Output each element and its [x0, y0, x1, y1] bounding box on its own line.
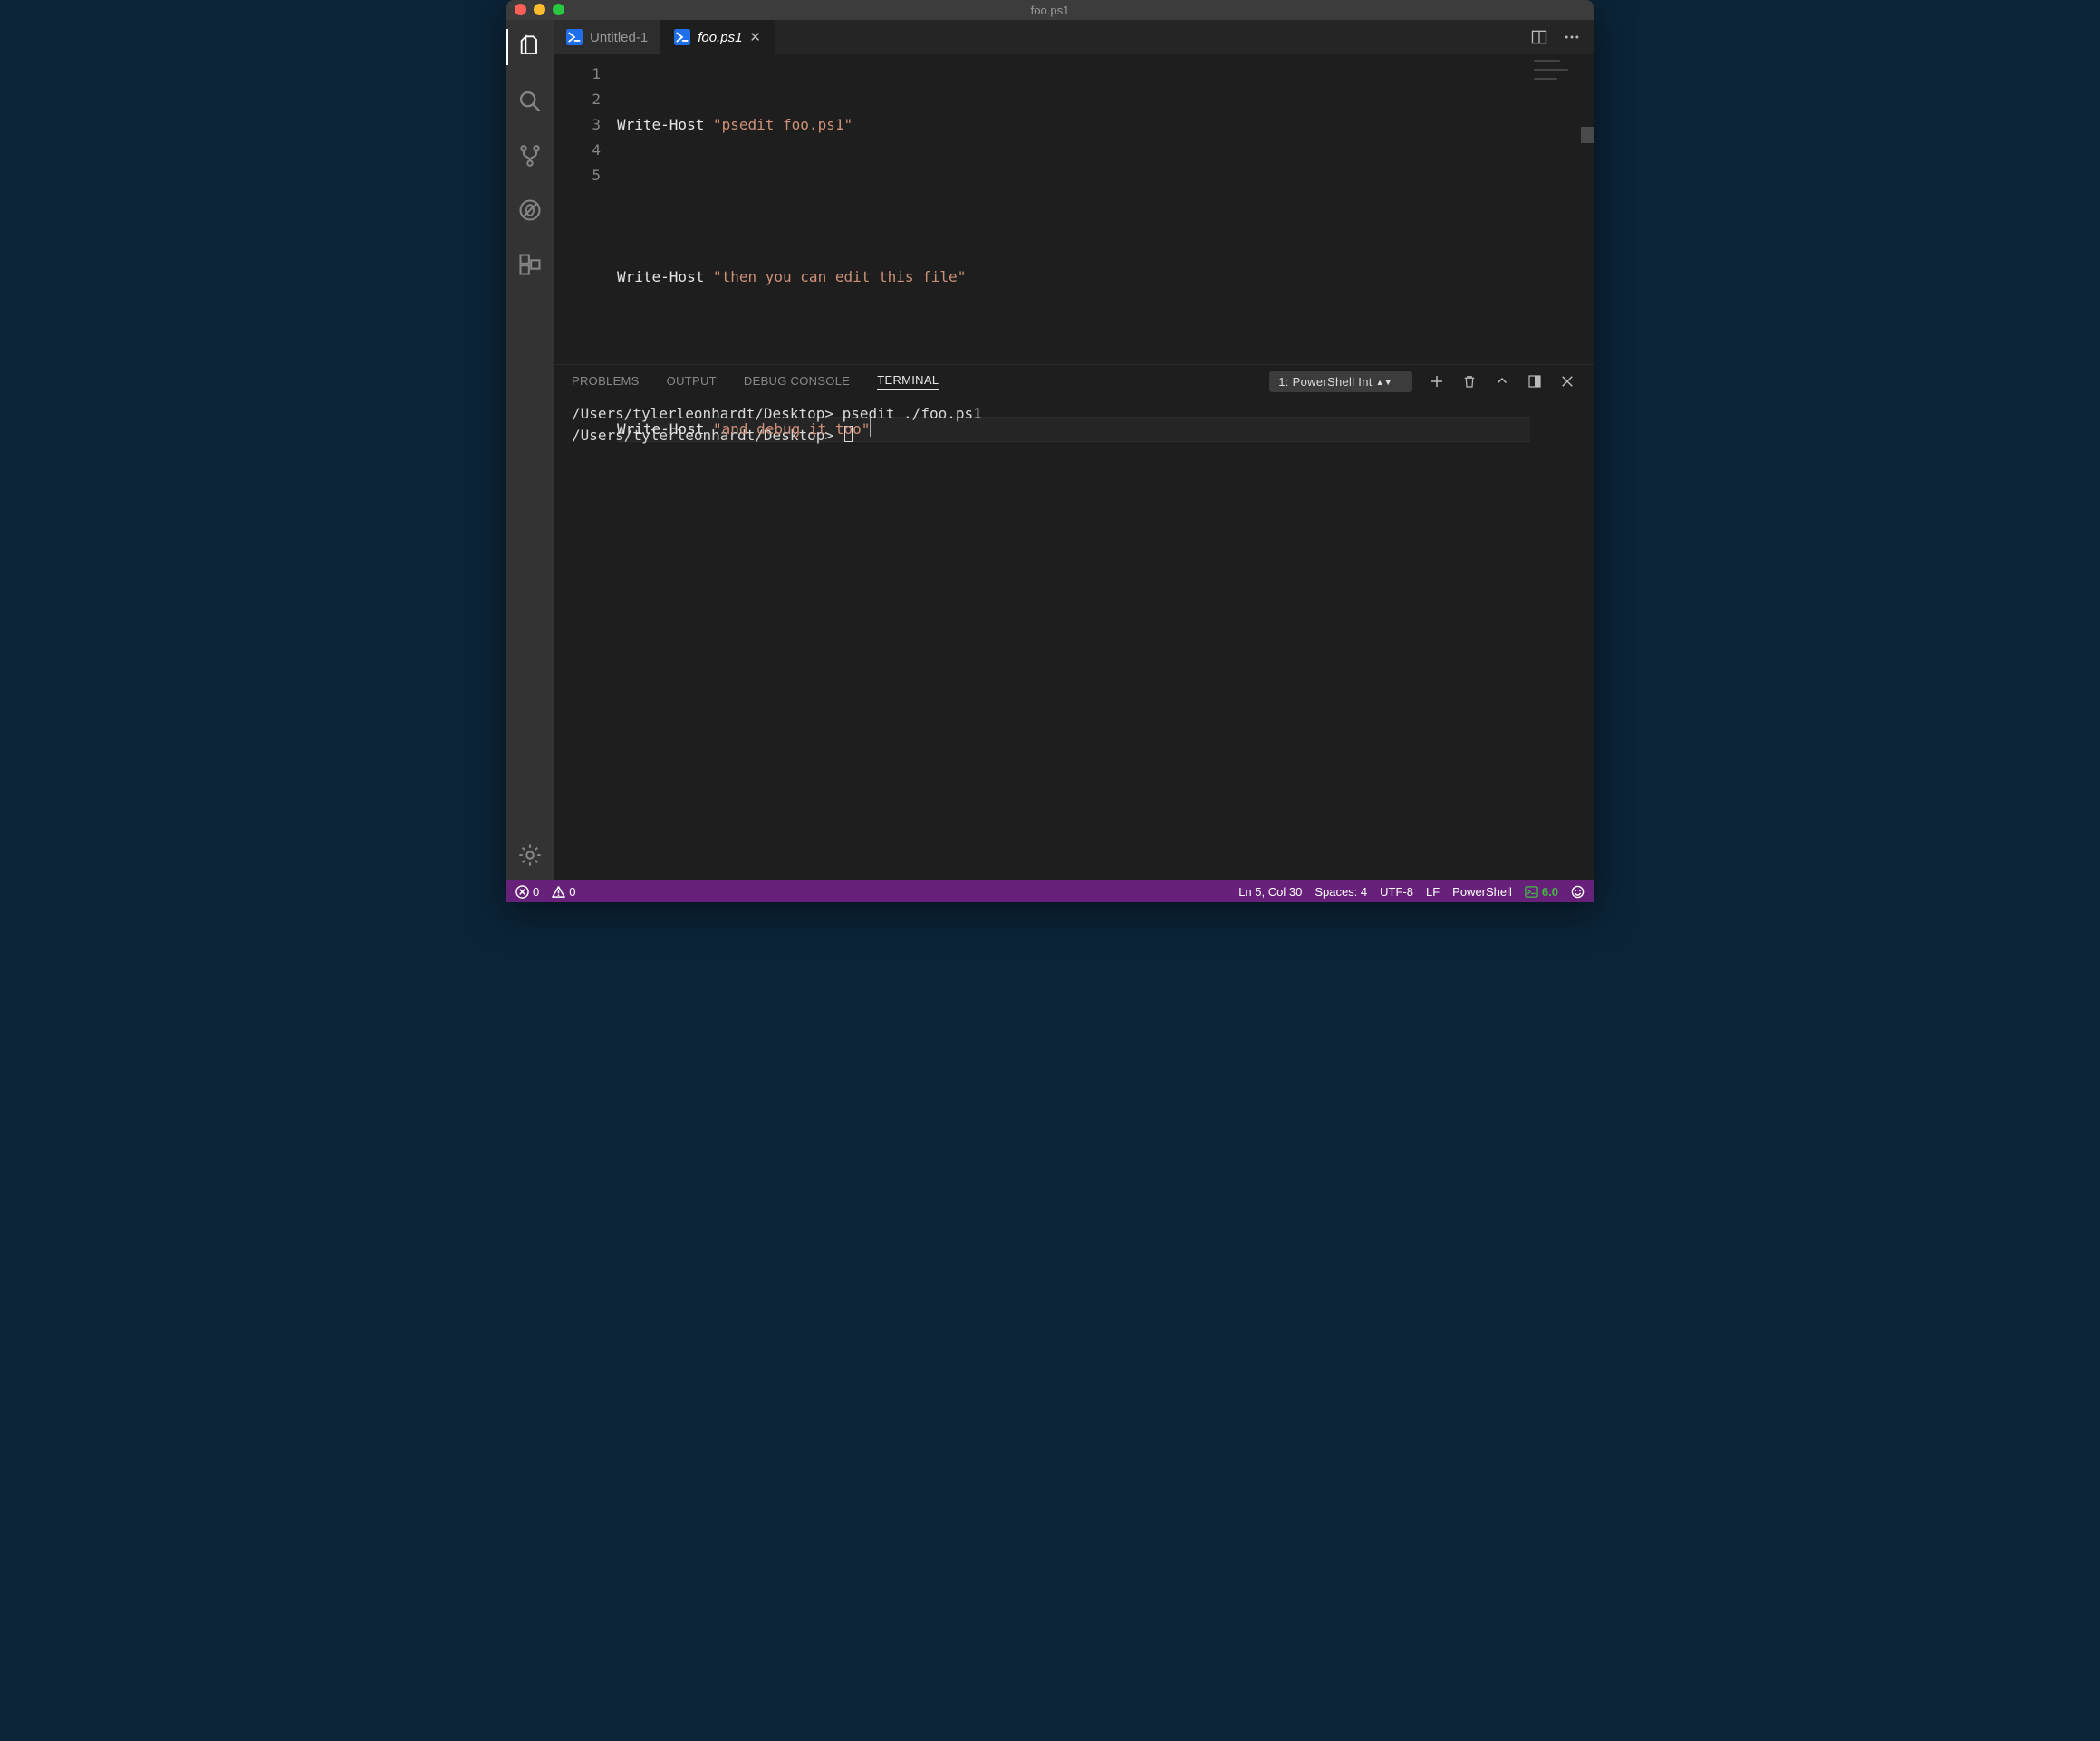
activity-bar	[506, 20, 554, 880]
editor-tabs: Untitled-1 foo.ps1 ✕	[554, 20, 1594, 54]
powershell-file-icon	[566, 29, 583, 45]
tab-label: foo.ps1	[698, 30, 742, 45]
status-errors[interactable]: 0	[515, 885, 539, 899]
line-number: 3	[554, 112, 601, 138]
window-title: foo.ps1	[506, 4, 1594, 17]
split-editor-icon[interactable]	[1530, 28, 1548, 46]
status-eol[interactable]: LF	[1426, 885, 1440, 899]
line-number: 2	[554, 87, 601, 112]
editor-actions	[1517, 20, 1594, 54]
branch-icon	[517, 143, 543, 168]
code-line-current: Write-Host "and debug it too"	[617, 417, 1530, 442]
tab-foo-ps1[interactable]: foo.ps1 ✕	[661, 20, 775, 54]
tab-label: Untitled-1	[590, 30, 648, 45]
powershell-file-icon	[674, 29, 690, 45]
files-icon	[517, 34, 543, 60]
line-number: 5	[554, 163, 601, 188]
code-line	[617, 188, 1530, 214]
code-line: Write-Host "then you can edit this file"	[617, 265, 1530, 290]
code-content[interactable]: Write-Host "psedit foo.ps1" Write-Host "…	[617, 54, 1530, 364]
window-maximize-button[interactable]	[553, 4, 564, 15]
line-number: 1	[554, 62, 601, 87]
close-panel-icon[interactable]	[1559, 373, 1575, 390]
app-window: foo.ps1	[506, 0, 1594, 902]
status-feedback[interactable]	[1571, 885, 1585, 899]
editor-group: Untitled-1 foo.ps1 ✕ 1 2 3 4	[554, 20, 1594, 880]
overview-ruler[interactable]	[1581, 54, 1594, 364]
editor[interactable]: 1 2 3 4 5 Write-Host "psedit foo.ps1" Wr…	[554, 54, 1594, 364]
scroll-marker	[1581, 127, 1594, 143]
traffic-lights	[515, 4, 564, 15]
terminal-selector[interactable]: 1: PowerShell Int ▲▼	[1269, 371, 1412, 392]
status-encoding[interactable]: UTF-8	[1380, 885, 1413, 899]
activity-debug[interactable]	[506, 192, 554, 228]
status-powershell-version[interactable]: 6.0	[1525, 885, 1558, 899]
status-warnings[interactable]: 0	[552, 885, 575, 899]
text-cursor	[870, 418, 871, 437]
no-bug-icon	[517, 197, 543, 223]
activity-extensions[interactable]	[506, 246, 554, 283]
error-icon	[515, 885, 529, 899]
code-line	[617, 341, 1530, 366]
more-actions-icon[interactable]	[1563, 28, 1581, 46]
smiley-icon	[1571, 885, 1585, 899]
activity-settings[interactable]	[506, 837, 554, 873]
status-language-mode[interactable]: PowerShell	[1452, 885, 1512, 899]
window-close-button[interactable]	[515, 4, 526, 15]
tab-untitled-1[interactable]: Untitled-1	[554, 20, 661, 54]
extensions-icon	[517, 252, 543, 277]
activity-scm[interactable]	[506, 138, 554, 174]
warning-icon	[552, 885, 565, 899]
status-cursor-position[interactable]: Ln 5, Col 30	[1238, 885, 1302, 899]
minimap[interactable]	[1530, 54, 1581, 364]
activity-search[interactable]	[506, 83, 554, 120]
gear-icon	[517, 842, 543, 868]
status-bar: 0 0 Ln 5, Col 30 Spaces: 4 UTF-8 LF Powe…	[506, 880, 1594, 902]
line-number: 4	[554, 138, 601, 163]
terminal-icon	[1525, 885, 1538, 899]
workbench: Untitled-1 foo.ps1 ✕ 1 2 3 4	[506, 20, 1594, 880]
window-minimize-button[interactable]	[534, 4, 545, 15]
tab-close-button[interactable]: ✕	[749, 29, 761, 45]
activity-explorer[interactable]	[506, 29, 554, 65]
status-indentation[interactable]: Spaces: 4	[1315, 885, 1367, 899]
line-number-gutter: 1 2 3 4 5	[554, 54, 617, 364]
window-titlebar[interactable]: foo.ps1	[506, 0, 1594, 20]
search-icon	[517, 89, 543, 114]
code-line: Write-Host "psedit foo.ps1"	[617, 112, 1530, 138]
